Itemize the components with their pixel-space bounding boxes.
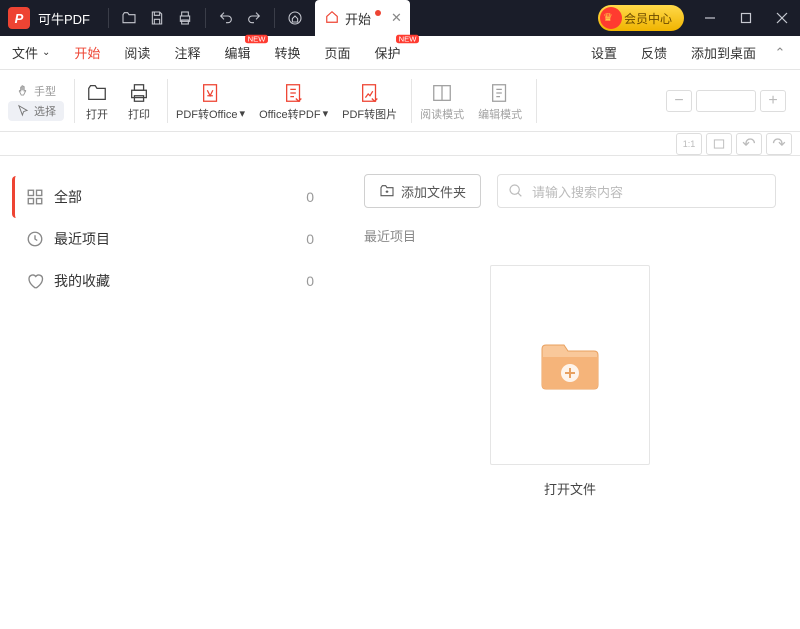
- close-button[interactable]: [764, 0, 800, 36]
- zoom-controls: − +: [666, 90, 792, 112]
- menubar: 文件⌄ 开始 阅读 注释 编辑NEW 转换 页面 保护NEW 设置 反馈 添加到…: [0, 36, 800, 70]
- search-icon: [508, 183, 524, 199]
- sidebar-item-favorites[interactable]: 我的收藏 0: [12, 260, 328, 302]
- fit-width-button[interactable]: [706, 133, 732, 155]
- folder-plus-icon: [538, 339, 602, 391]
- edit-mode-button: 编辑模式: [478, 80, 522, 122]
- print-icon[interactable]: [171, 4, 199, 32]
- zoom-in-button[interactable]: +: [760, 90, 786, 112]
- new-badge: NEW: [396, 35, 419, 44]
- menu-settings[interactable]: 设置: [579, 43, 629, 62]
- body: 全部 0 最近项目 0 我的收藏 0 添加文件夹 请输入搜索内容 最近项目: [0, 156, 800, 629]
- open-file-label: 打开文件: [364, 479, 776, 498]
- sidebar-item-label: 我的收藏: [54, 271, 110, 291]
- print-button[interactable]: 打印: [125, 80, 153, 122]
- notification-dot: [375, 10, 381, 16]
- pointer-mode-group: 手型 选择: [8, 81, 64, 121]
- collapse-ribbon-icon[interactable]: ⌃: [768, 45, 792, 61]
- recent-section-title: 最近项目: [364, 226, 776, 245]
- menu-convert[interactable]: 转换: [262, 36, 312, 69]
- fit-page-button[interactable]: 1:1: [676, 133, 702, 155]
- rotate-right-button[interactable]: ↷: [766, 133, 792, 155]
- folder-open-icon[interactable]: [115, 4, 143, 32]
- sidebar-item-all[interactable]: 全部 0: [12, 176, 328, 218]
- menu-read[interactable]: 阅读: [112, 36, 162, 69]
- tab-label: 开始: [345, 9, 371, 28]
- pdf-to-office-button[interactable]: PDF转Office▾: [176, 80, 245, 122]
- menu-start[interactable]: 开始: [62, 36, 112, 69]
- maximize-button[interactable]: [728, 0, 764, 36]
- zoom-out-button[interactable]: −: [666, 90, 692, 112]
- tab-start[interactable]: 开始 ✕: [315, 0, 410, 36]
- clock-icon: [26, 230, 44, 248]
- sidebar-item-recent[interactable]: 最近项目 0: [12, 218, 328, 260]
- undo-icon[interactable]: [212, 4, 240, 32]
- zoom-level-input[interactable]: [696, 90, 756, 112]
- select-tool[interactable]: 选择: [8, 101, 64, 121]
- home-circle-icon[interactable]: [281, 4, 309, 32]
- chevron-down-icon: ⌄: [42, 47, 50, 58]
- divider: [274, 8, 275, 28]
- sidebar-item-count: 0: [306, 273, 314, 289]
- content-area: 添加文件夹 请输入搜索内容 最近项目 打开文件: [340, 156, 800, 629]
- menu-page[interactable]: 页面: [312, 36, 362, 69]
- redo-icon[interactable]: [240, 4, 268, 32]
- minimize-button[interactable]: [692, 0, 728, 36]
- pdf-to-image-button[interactable]: PDF转图片: [342, 80, 397, 122]
- vip-center-button[interactable]: ♛ 会员中心: [598, 5, 684, 31]
- close-icon[interactable]: ✕: [391, 10, 402, 26]
- menu-protect[interactable]: 保护NEW: [363, 36, 413, 69]
- sidebar: 全部 0 最近项目 0 我的收藏 0: [0, 156, 340, 629]
- titlebar: P 可牛PDF 开始 ✕ ♛ 会员中心: [0, 0, 800, 36]
- office-to-pdf-button[interactable]: Office转PDF▾: [259, 80, 328, 122]
- home-icon: [325, 10, 339, 27]
- menu-file[interactable]: 文件⌄: [0, 36, 62, 69]
- hand-tool[interactable]: 手型: [8, 81, 64, 101]
- menu-annotate[interactable]: 注释: [162, 36, 212, 69]
- rotate-left-button[interactable]: ↶: [736, 133, 762, 155]
- divider: [108, 8, 109, 28]
- app-logo: P: [8, 7, 30, 29]
- search-placeholder: 请输入搜索内容: [532, 182, 623, 201]
- menu-add-desktop[interactable]: 添加到桌面: [679, 43, 768, 62]
- open-file-card[interactable]: [490, 265, 650, 465]
- grid-icon: [26, 188, 44, 206]
- menu-feedback[interactable]: 反馈: [629, 43, 679, 62]
- app-title: 可牛PDF: [38, 9, 90, 28]
- heart-icon: [26, 272, 44, 290]
- save-icon[interactable]: [143, 4, 171, 32]
- crown-icon: ♛: [603, 11, 613, 24]
- read-mode-button: 阅读模式: [420, 80, 464, 122]
- add-folder-button[interactable]: 添加文件夹: [364, 174, 481, 208]
- sidebar-item-count: 0: [306, 189, 314, 205]
- menu-edit[interactable]: 编辑NEW: [212, 36, 262, 69]
- vip-label: 会员中心: [624, 10, 672, 27]
- divider: [205, 8, 206, 28]
- ribbon: 手型 选择 打开 打印 PDF转Office▾ Office转PDF▾ PDF转…: [0, 70, 800, 132]
- sidebar-item-label: 全部: [54, 187, 82, 207]
- sidebar-item-label: 最近项目: [54, 229, 110, 249]
- open-button[interactable]: 打开: [83, 80, 111, 122]
- sidebar-item-count: 0: [306, 231, 314, 247]
- search-input[interactable]: 请输入搜索内容: [497, 174, 776, 208]
